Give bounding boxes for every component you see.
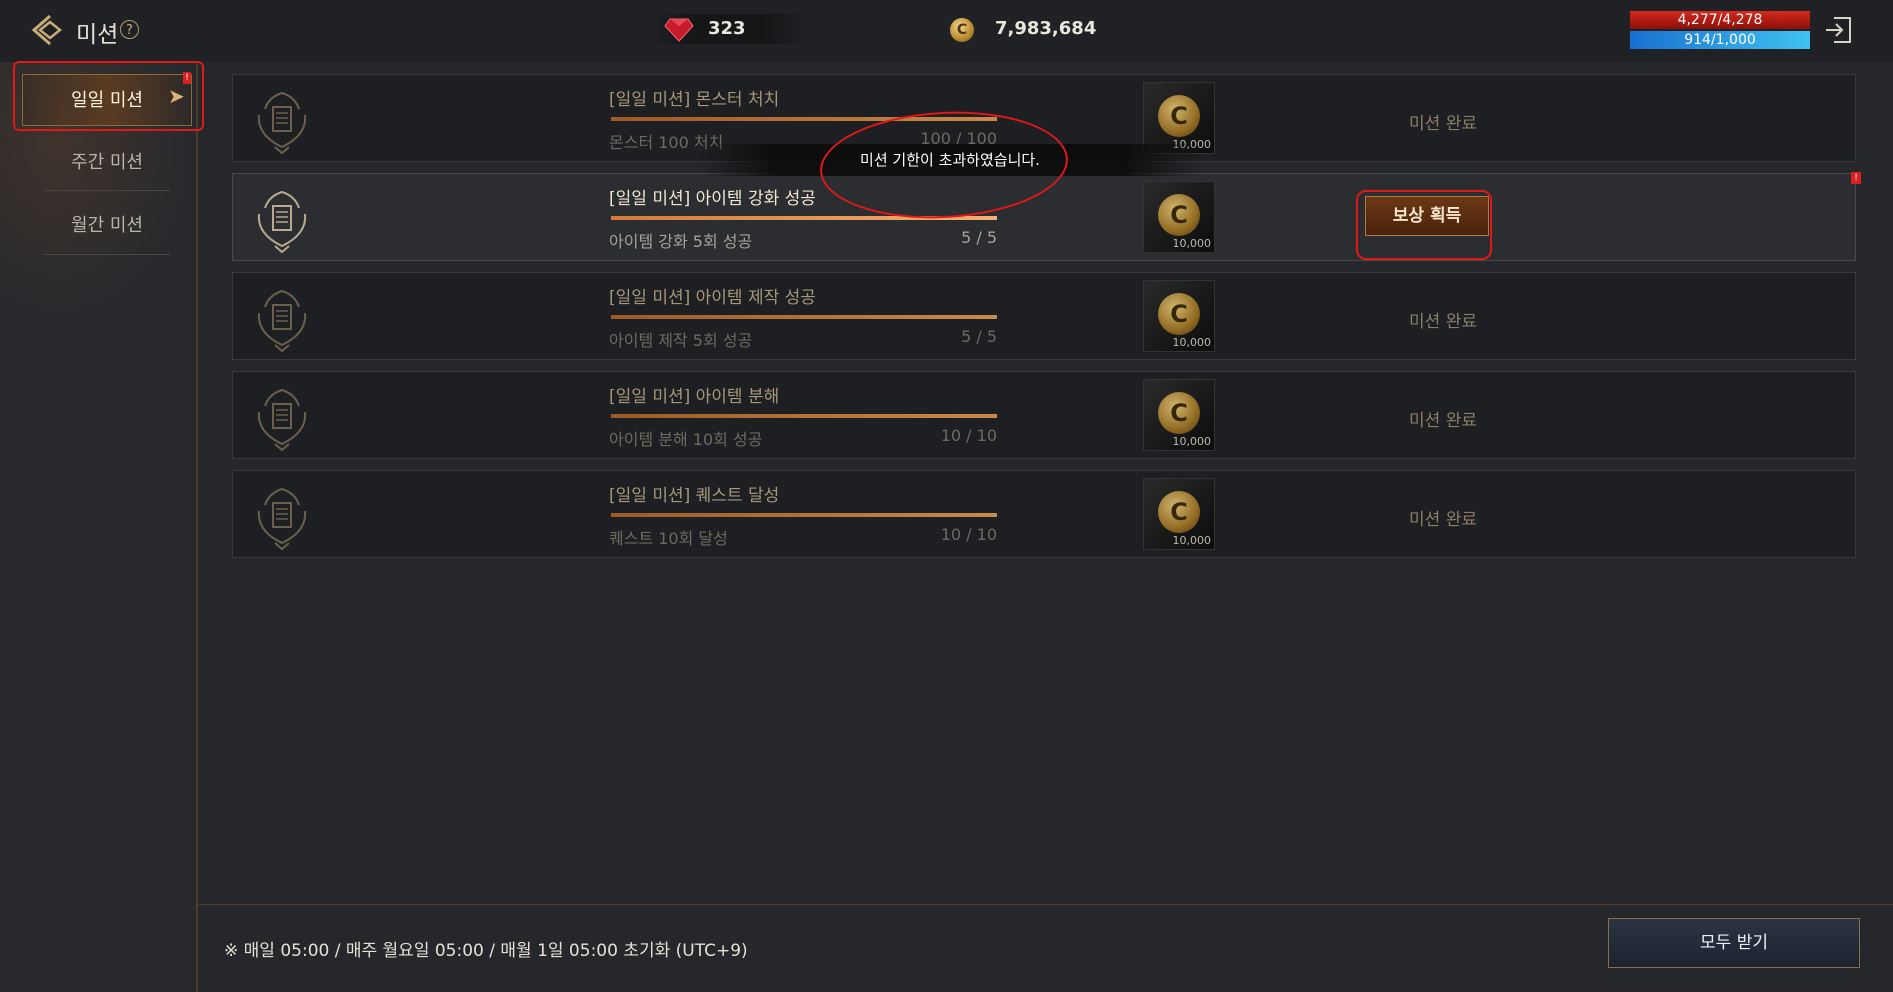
progress-bar bbox=[611, 513, 997, 517]
divider bbox=[44, 254, 170, 255]
back-icon[interactable] bbox=[28, 12, 68, 48]
mission-desc: 아이템 제작 5회 성공 bbox=[609, 331, 753, 350]
reward-qty: 10,000 bbox=[1172, 237, 1212, 250]
progress-bar bbox=[611, 315, 997, 319]
gem-count: 323 bbox=[708, 18, 746, 39]
reset-note: ※ 매일 05:00 / 매주 월요일 05:00 / 매월 1일 05:00 … bbox=[224, 941, 748, 961]
mission-status: 미션 완료 bbox=[1409, 114, 1477, 134]
mission-emblem-icon bbox=[257, 388, 307, 452]
tab-label: 월간 미션 bbox=[71, 215, 143, 236]
coin-icon: C bbox=[1158, 491, 1200, 533]
coin-icon: C bbox=[1158, 392, 1200, 434]
footer-divider bbox=[196, 904, 1893, 905]
help-icon[interactable]: ? bbox=[120, 20, 139, 39]
coin-icon: C bbox=[1158, 95, 1200, 137]
coin-icon: C bbox=[950, 18, 974, 42]
tab-weekly-mission[interactable]: 주간 미션 bbox=[44, 138, 170, 188]
claim-all-button[interactable]: 모두 받기 bbox=[1608, 918, 1860, 968]
divider bbox=[44, 190, 170, 191]
gem-icon bbox=[664, 18, 694, 42]
mission-count: 5 / 5 bbox=[961, 327, 997, 346]
reward-slot[interactable]: C 10,000 bbox=[1143, 181, 1215, 253]
mission-emblem-icon bbox=[257, 487, 307, 551]
reward-qty: 10,000 bbox=[1172, 435, 1212, 448]
coin-count: 7,983,684 bbox=[995, 18, 1097, 39]
top-bar: 미션 ? 323 C 7,983,684 4,277/4,278 914/1,0… bbox=[0, 0, 1893, 62]
mission-title: [일일 미션] 퀘스트 달성 bbox=[609, 486, 780, 506]
mp-bar: 914/1,000 bbox=[1630, 31, 1810, 49]
mission-row: [일일 미션] 퀘스트 달성 퀘스트 10회 달성 10 / 10 C 10,0… bbox=[232, 470, 1856, 558]
tab-label: 주간 미션 bbox=[71, 152, 143, 173]
mission-status: 미션 완료 bbox=[1409, 312, 1477, 332]
mission-count: 5 / 5 bbox=[961, 228, 997, 247]
mission-desc: 아이템 강화 5회 성공 bbox=[609, 232, 753, 251]
mission-title: [일일 미션] 몬스터 처치 bbox=[609, 90, 780, 110]
mission-desc: 퀘스트 10회 달성 bbox=[609, 529, 728, 548]
sidebar: 일일 미션 ➤ ! 주간 미션 월간 미션 bbox=[0, 62, 198, 992]
mission-title: [일일 미션] 아이템 분해 bbox=[609, 387, 780, 407]
tab-monthly-mission[interactable]: 월간 미션 bbox=[44, 201, 170, 251]
annotation-rect bbox=[13, 61, 204, 131]
progress-fill bbox=[611, 315, 997, 319]
mission-emblem-icon bbox=[257, 91, 307, 155]
mission-count: 10 / 10 bbox=[940, 525, 997, 544]
progress-fill bbox=[611, 513, 997, 517]
mission-status: 미션 완료 bbox=[1409, 411, 1477, 431]
coin-icon: C bbox=[1158, 194, 1200, 236]
page-title: 미션 bbox=[76, 22, 119, 48]
progress-bar bbox=[611, 414, 997, 418]
reward-slot[interactable]: C 10,000 bbox=[1143, 280, 1215, 352]
notification-badge: ! bbox=[1851, 172, 1861, 184]
mission-desc: 아이템 분해 10회 성공 bbox=[609, 430, 763, 449]
mission-title: [일일 미션] 아이템 강화 성공 bbox=[609, 189, 816, 209]
hp-bar: 4,277/4,278 bbox=[1630, 11, 1810, 29]
reward-slot[interactable]: C 10,000 bbox=[1143, 379, 1215, 451]
reward-qty: 10,000 bbox=[1172, 336, 1212, 349]
mission-emblem-icon bbox=[257, 289, 307, 353]
progress-fill bbox=[611, 414, 997, 418]
mission-emblem-icon bbox=[257, 190, 307, 254]
mission-title: [일일 미션] 아이템 제작 성공 bbox=[609, 288, 816, 308]
mission-row: [일일 미션] 아이템 제작 성공 아이템 제작 5회 성공 5 / 5 C 1… bbox=[232, 272, 1856, 360]
mission-row: [일일 미션] 아이템 분해 아이템 분해 10회 성공 10 / 10 C 1… bbox=[232, 371, 1856, 459]
mission-count: 10 / 10 bbox=[940, 426, 997, 445]
reward-slot[interactable]: C 10,000 bbox=[1143, 478, 1215, 550]
reward-qty: 10,000 bbox=[1172, 534, 1212, 547]
mission-status: 미션 완료 bbox=[1409, 510, 1477, 530]
coin-icon: C bbox=[1158, 293, 1200, 335]
exit-icon[interactable] bbox=[1824, 14, 1854, 46]
annotation-rect bbox=[1356, 190, 1492, 260]
